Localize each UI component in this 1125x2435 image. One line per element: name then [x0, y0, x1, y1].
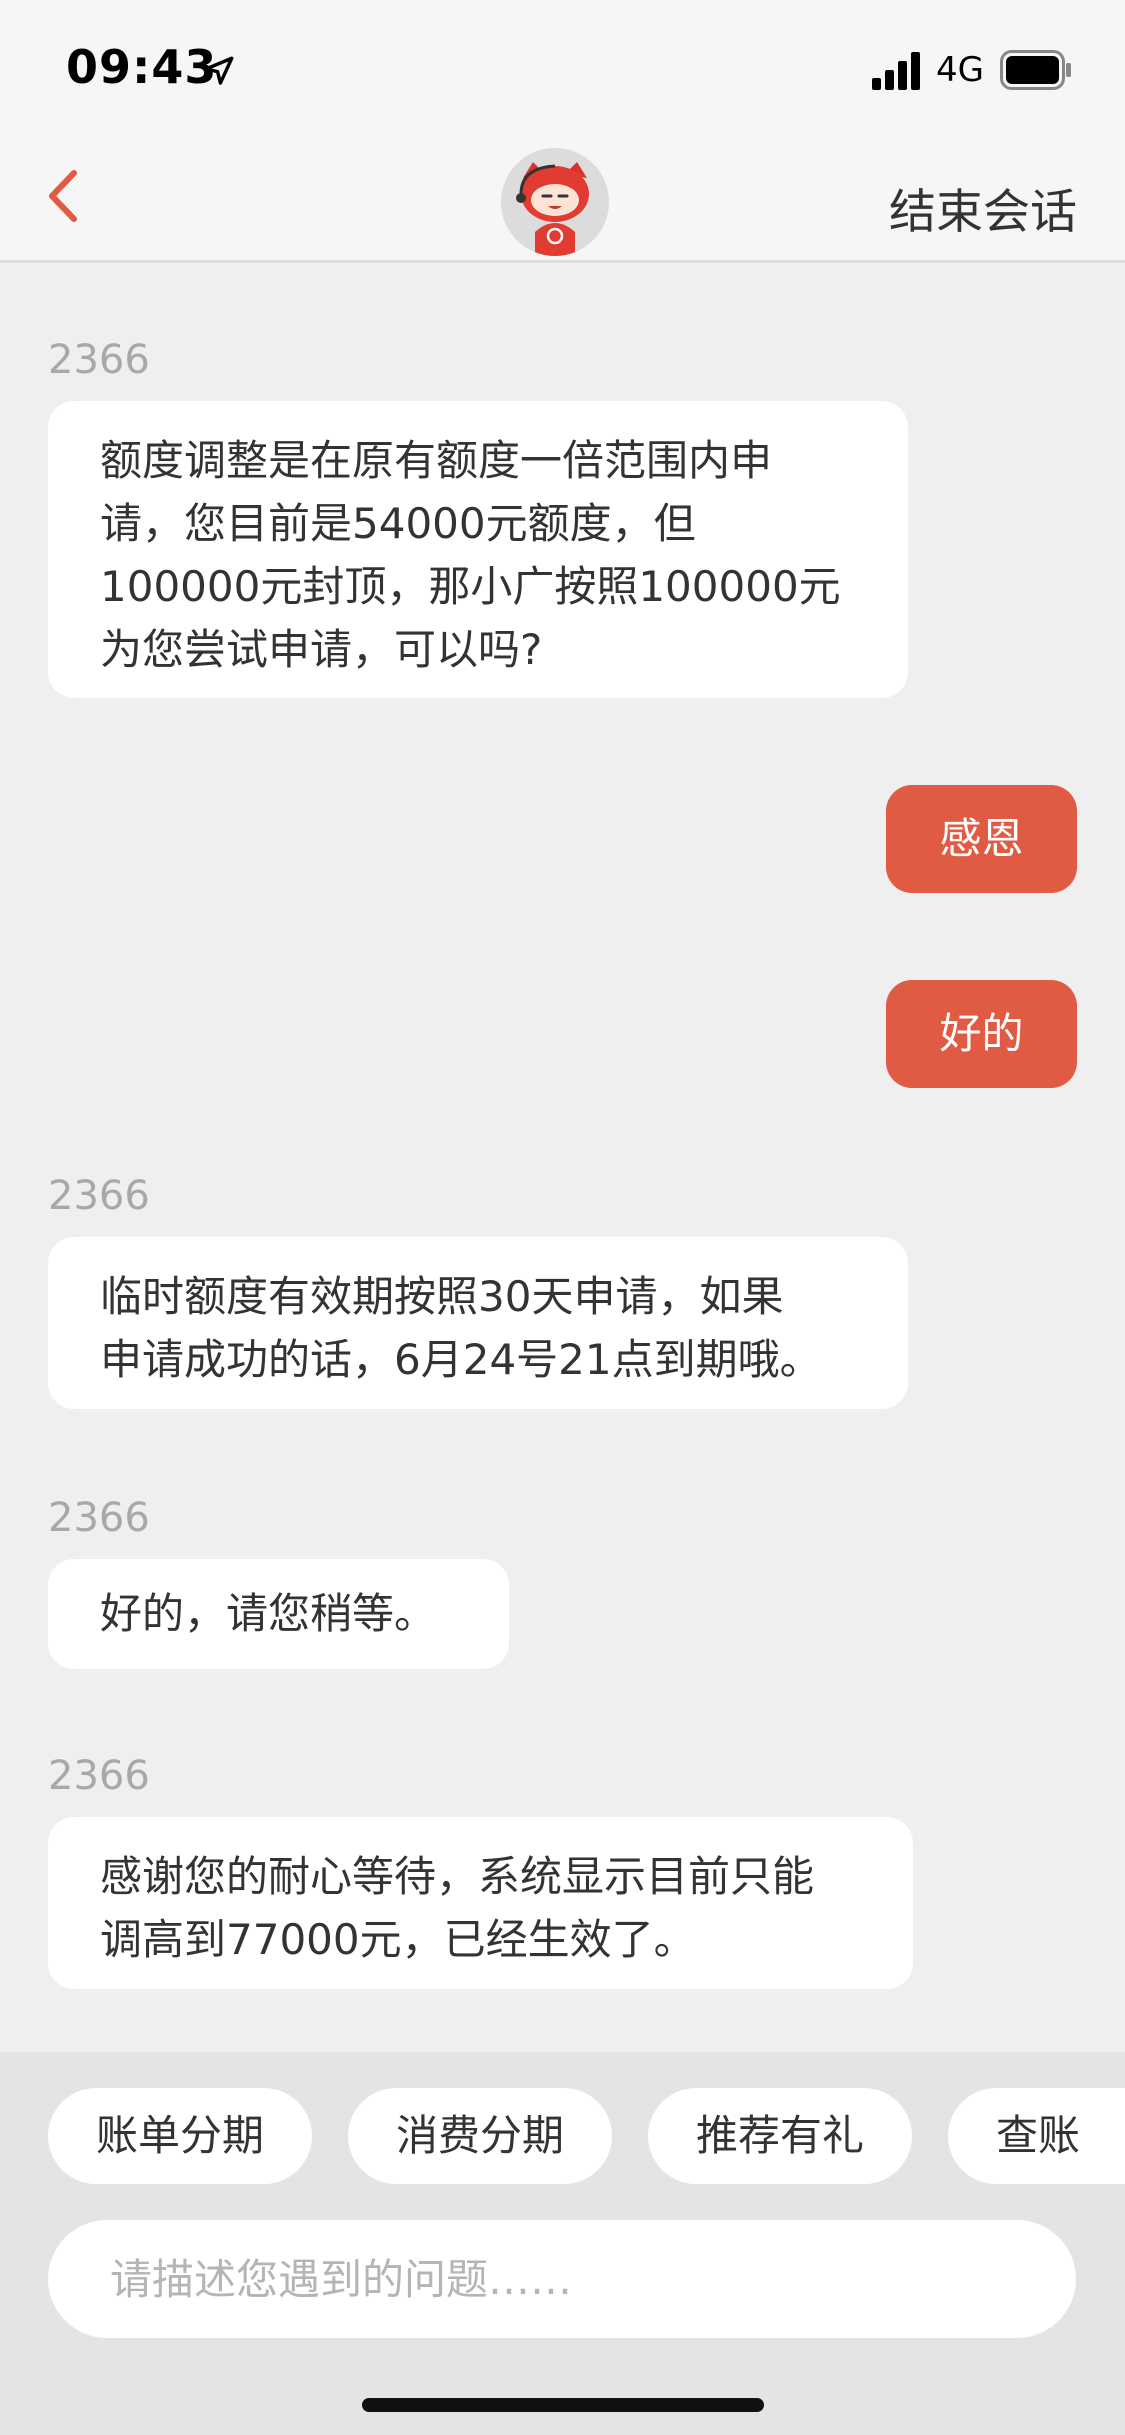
network-type-label: 4G — [936, 50, 984, 90]
message-input[interactable] — [48, 2220, 1076, 2338]
agent-message-bubble: 感谢您的耐心等待，系统显示目前只能 调高到77000元，已经生效了。 — [48, 1817, 913, 1989]
status-bar: 09:43 4G — [0, 0, 1125, 135]
agent-avatar — [501, 148, 609, 256]
message-line: 好的，请您稍等。 — [100, 1589, 437, 1638]
quick-reply-chip[interactable]: 推荐有礼 — [648, 2088, 912, 2184]
cellular-signal-icon — [872, 52, 920, 90]
location-arrow-icon — [204, 56, 234, 85]
message-line: 额度调整是在原有额度一倍范围内申 — [100, 436, 773, 485]
agent-message-bubble: 好的，请您稍等。 — [48, 1559, 509, 1669]
message-line: 100000元封顶，那小广按照100000元 — [100, 562, 841, 611]
mascot-icon — [501, 148, 609, 256]
agent-message-bubble: 临时额度有效期按照30天申请，如果 申请成功的话，6月24号21点到期哦。 — [48, 1237, 908, 1409]
battery-icon — [1000, 50, 1071, 90]
back-arrow-icon[interactable] — [38, 161, 88, 231]
nav-bar: 结束会话 — [0, 135, 1125, 263]
chat-screen: 09:43 4G 结束会话 2366 额度调整是在原有额度一倍范围内申 请，您目… — [0, 0, 1125, 2435]
home-indicator — [362, 2398, 764, 2412]
message-line: 申请成功的话，6月24号21点到期哦。 — [100, 1335, 822, 1384]
user-message-bubble: 感恩 — [886, 785, 1077, 893]
message-line: 调高到77000元，已经生效了。 — [100, 1915, 696, 1964]
message-line: 为您尝试申请，可以吗? — [100, 625, 543, 674]
sender-id: 2366 — [48, 1173, 150, 1219]
agent-message-bubble: 额度调整是在原有额度一倍范围内申 请，您目前是54000元额度，但 100000… — [48, 401, 908, 698]
user-message-bubble: 好的 — [886, 980, 1077, 1088]
quick-reply-chip[interactable]: 查账 — [948, 2088, 1125, 2184]
status-time: 09:43 — [66, 40, 218, 94]
sender-id: 2366 — [48, 1753, 150, 1799]
end-session-button[interactable]: 结束会话 — [889, 173, 1077, 242]
quick-reply-chip[interactable]: 账单分期 — [48, 2088, 312, 2184]
message-line: 请，您目前是54000元额度，但 — [100, 499, 696, 548]
message-line: 感谢您的耐心等待，系统显示目前只能 — [100, 1852, 815, 1901]
sender-id: 2366 — [48, 1495, 150, 1541]
quick-reply-chip[interactable]: 消费分期 — [348, 2088, 612, 2184]
message-line: 临时额度有效期按照30天申请，如果 — [100, 1272, 784, 1321]
sender-id: 2366 — [48, 337, 150, 383]
chat-message-list: 2366 额度调整是在原有额度一倍范围内申 请，您目前是54000元额度，但 1… — [0, 265, 1125, 2050]
bottom-panel: 账单分期 消费分期 推荐有礼 查账 — [0, 2052, 1125, 2435]
